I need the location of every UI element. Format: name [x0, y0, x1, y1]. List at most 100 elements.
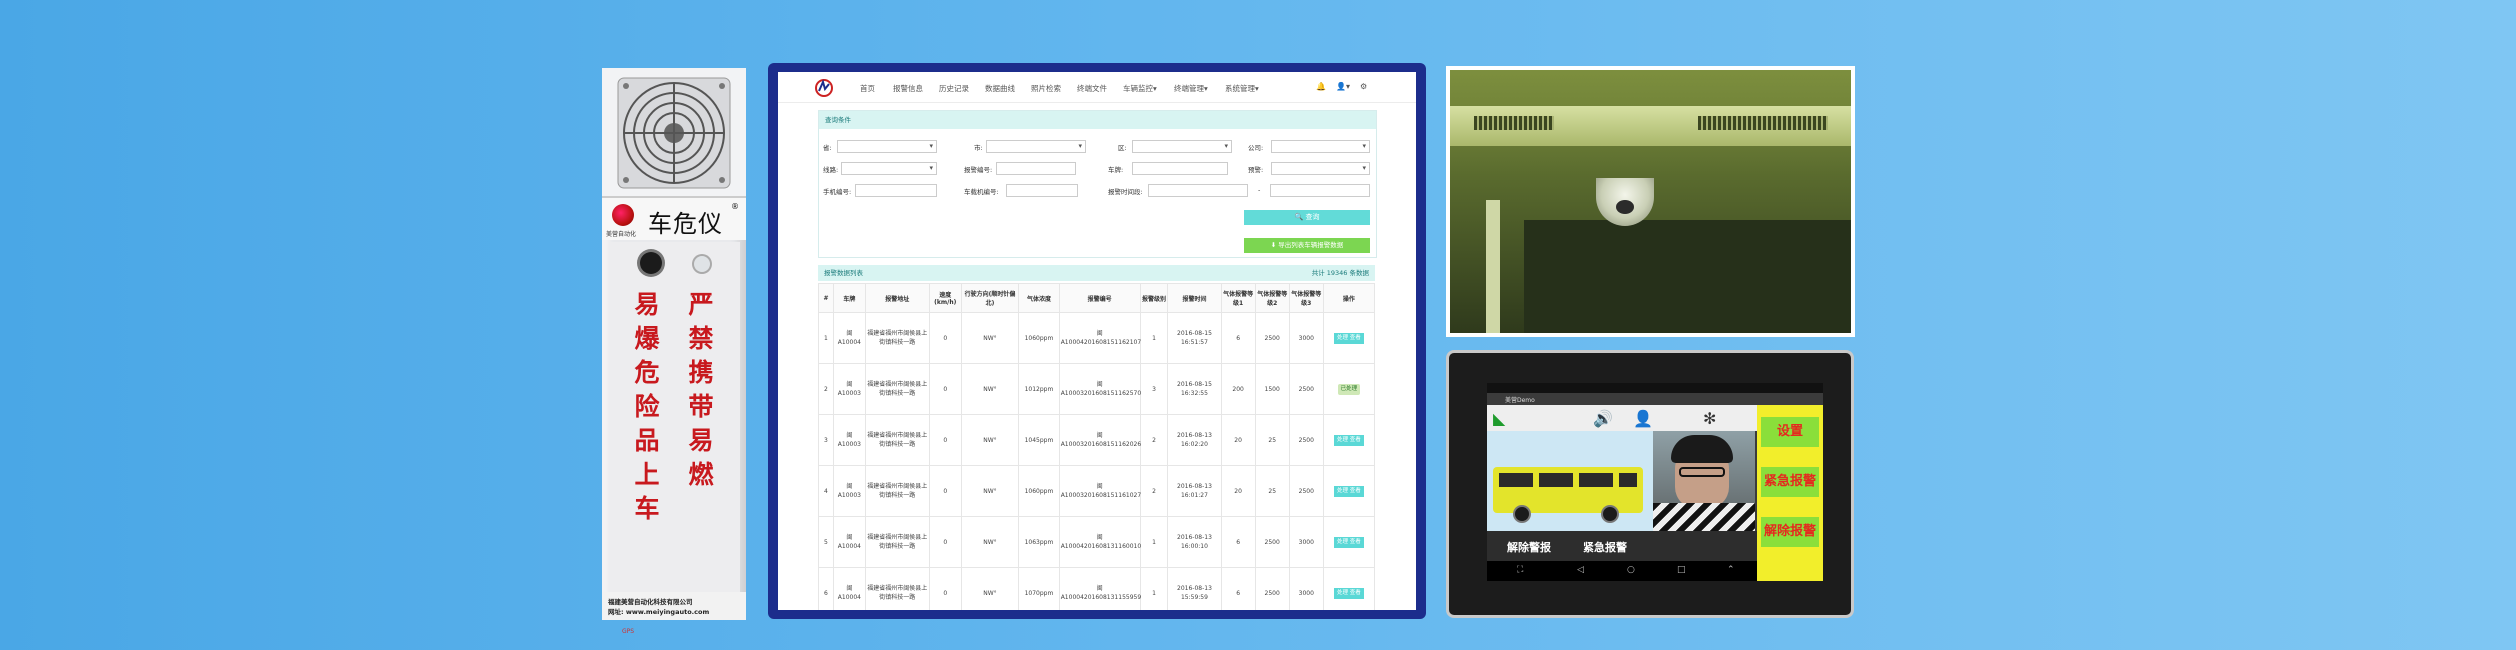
settings-button[interactable]: 设置 [1761, 417, 1819, 447]
alarm-code-input[interactable] [996, 162, 1076, 175]
label-district: 区: [1118, 144, 1127, 152]
terminal-code-input[interactable] [1006, 184, 1078, 197]
nav-home[interactable]: 首页 [860, 83, 875, 94]
export-button[interactable]: ⬇ 导出列表车辆报警数据 [1244, 238, 1370, 253]
dome-camera-lens [1616, 200, 1634, 214]
row-alarm-level: 2 [1139, 414, 1169, 466]
label-company: 公司: [1248, 144, 1264, 152]
operation-buttons[interactable]: 处理 查看 [1334, 485, 1364, 497]
recents-icon[interactable]: □ [1677, 565, 1686, 575]
tablet-bottom-buttons: 解除警报 紧急报警 [1487, 531, 1757, 561]
table-row[interactable]: 2 闽A10003 福建省福州市闽侯县上街镇科技一路 0 NW° 1012ppm 闽A100… [818, 363, 1376, 415]
row-plate: 闽A10003 [832, 414, 866, 466]
alarm-list-title: 报警数据列表 [824, 269, 863, 277]
home-icon[interactable]: ○ [1627, 565, 1635, 575]
registered-mark: ® [731, 202, 739, 211]
row-alarm-code[interactable]: 闽A10003201608151162026 [1058, 414, 1141, 466]
query-button[interactable]: 🔍 查询 [1244, 210, 1370, 225]
row-gas-level3: 3000 [1288, 516, 1324, 568]
row-alarm-code[interactable]: 闽A10003201608151162570 [1058, 363, 1141, 415]
district-select[interactable] [1132, 140, 1232, 153]
route-select[interactable] [841, 162, 937, 175]
nav-system-manage[interactable]: 系统管理▾ [1225, 83, 1259, 94]
row-gas: 1063ppm [1018, 516, 1060, 568]
user-icon[interactable]: 👤 [1633, 409, 1653, 428]
row-alarm-time: 2016-08-13 16:02:20 [1167, 414, 1222, 466]
label-phone-code: 手机编号: [823, 188, 852, 196]
province-select[interactable] [837, 140, 937, 153]
row-direction: NW° [960, 567, 1020, 610]
nav-data-curve[interactable]: 数据曲线 [985, 83, 1015, 94]
door-opening [1524, 220, 1851, 333]
row-gas-level1: 200 [1220, 363, 1256, 415]
company-select[interactable] [1271, 140, 1370, 153]
nav-terminal-files[interactable]: 终端文件 [1077, 83, 1107, 94]
plate-input[interactable] [1132, 162, 1228, 175]
emergency-alarm-button[interactable]: 紧急报警 [1761, 467, 1819, 497]
row-direction: NW° [960, 465, 1020, 517]
warning-select[interactable] [1271, 162, 1370, 175]
row-alarm-time: 2016-08-13 15:59:59 [1167, 567, 1222, 610]
gear-icon[interactable]: ⚙ [1360, 82, 1367, 91]
row-gas: 1060ppm [1018, 465, 1060, 517]
row-gas-level3: 2500 [1288, 465, 1324, 517]
table-row[interactable]: 5 闽A10004 福建省福州市闽侯县上街镇科技一路 0 NW° 1063ppm 闽A100… [818, 516, 1376, 568]
row-alarm-level: 3 [1139, 363, 1169, 415]
release-alert-button[interactable]: 解除警报 [1507, 539, 1551, 555]
col-alarm-code: 报警编号 [1058, 283, 1141, 313]
tablet-app-title: 美营Demo [1505, 397, 1535, 404]
query-panel-title: 查询条件 [819, 111, 1376, 129]
alarm-table: # 车牌 报警地址 速度(km/h) 行驶方向(顺时针偏北) 气体浓度 报警编号… [818, 283, 1376, 610]
row-operations: 处理 查看 [1322, 312, 1376, 364]
city-select[interactable] [986, 140, 1086, 153]
row-alarm-code[interactable]: 闽A10003201608151161027 [1058, 465, 1141, 517]
row-gas: 1012ppm [1018, 363, 1060, 415]
monitor-frame: 首页 报警信息 历史记录 数据曲线 照片检索 终端文件 车辆监控▾ 终端管理▾ … [768, 63, 1426, 619]
table-row[interactable]: 1 闽A10004 福建省福州市闽侯县上街镇科技一路 0 NW° 1060ppm 闽A100… [818, 312, 1376, 364]
row-alarm-level: 2 [1139, 465, 1169, 517]
nav-photo-search[interactable]: 照片检索 [1031, 83, 1061, 94]
speaker-icon[interactable]: 🔊 [1593, 409, 1613, 428]
operation-buttons[interactable]: 处理 查看 [1334, 332, 1364, 344]
col-operations: 操作 [1322, 283, 1376, 313]
operation-buttons[interactable]: 处理 查看 [1334, 587, 1364, 599]
phone-code-input[interactable] [855, 184, 937, 197]
alarm-time-end[interactable] [1270, 184, 1370, 197]
menu-icon[interactable]: ⌃ [1727, 565, 1735, 575]
table-row[interactable]: 4 闽A10003 福建省福州市闽侯县上街镇科技一路 0 NW° 1060ppm 闽A100… [818, 465, 1376, 517]
screenshot-icon[interactable]: ⛶ [1517, 565, 1523, 575]
nav-alarm-info[interactable]: 报警信息 [893, 83, 923, 94]
nav-vehicle-monitor[interactable]: 车辆监控▾ [1123, 83, 1157, 94]
col-index: # [818, 283, 834, 313]
label-province: 省: [823, 144, 832, 152]
table-row[interactable]: 6 闽A10004 福建省福州市闽侯县上街镇科技一路 0 NW° 1070ppm 闽A100… [818, 567, 1376, 610]
app-logo-icon[interactable] [814, 78, 834, 98]
fan-icon[interactable]: ✻ [1703, 409, 1716, 428]
tablet-side-menu: 设置 紧急报警 解除报警 [1757, 405, 1823, 581]
row-speed: 0 [928, 465, 962, 517]
row-address: 福建省福州市闽侯县上街镇科技一路 [864, 516, 930, 568]
operation-buttons[interactable]: 处理 查看 [1334, 434, 1364, 446]
nav-terminal-manage[interactable]: 终端管理▾ [1174, 83, 1208, 94]
row-speed: 0 [928, 312, 962, 364]
row-alarm-code[interactable]: 闽A10004201608131155959 [1058, 567, 1141, 610]
nav-history[interactable]: 历史记录 [939, 83, 969, 94]
row-alarm-code[interactable]: 闽A10004201608131160010 [1058, 516, 1141, 568]
operation-buttons[interactable]: 处理 查看 [1334, 536, 1364, 548]
warning-text-right: 严禁携带易燃 [688, 290, 714, 489]
row-alarm-code[interactable]: 闽A10004201608151162107 [1058, 312, 1141, 364]
alarm-time-start[interactable] [1148, 184, 1248, 197]
alarm-list-total: 共计 19346 条数据 [1311, 269, 1369, 277]
emergency-button[interactable]: 紧急报警 [1583, 539, 1627, 555]
handled-badge[interactable]: 已处理 [1337, 383, 1361, 395]
row-alarm-time: 2016-08-13 16:00:10 [1167, 516, 1222, 568]
table-row[interactable]: 3 闽A10003 福建省福州市闽侯县上街镇科技一路 0 NW° 1045ppm 闽A100… [818, 414, 1376, 466]
row-index: 2 [818, 363, 834, 415]
col-gas-level1: 气体报警等级1 [1220, 283, 1256, 313]
row-plate: 闽A10004 [832, 567, 866, 610]
bell-icon[interactable]: 🔔 [1316, 82, 1326, 91]
release-alarm-button[interactable]: 解除报警 [1761, 517, 1819, 547]
user-icon[interactable]: 👤▾ [1336, 82, 1350, 91]
back-icon[interactable]: ◁ [1577, 565, 1584, 575]
row-gas: 1045ppm [1018, 414, 1060, 466]
